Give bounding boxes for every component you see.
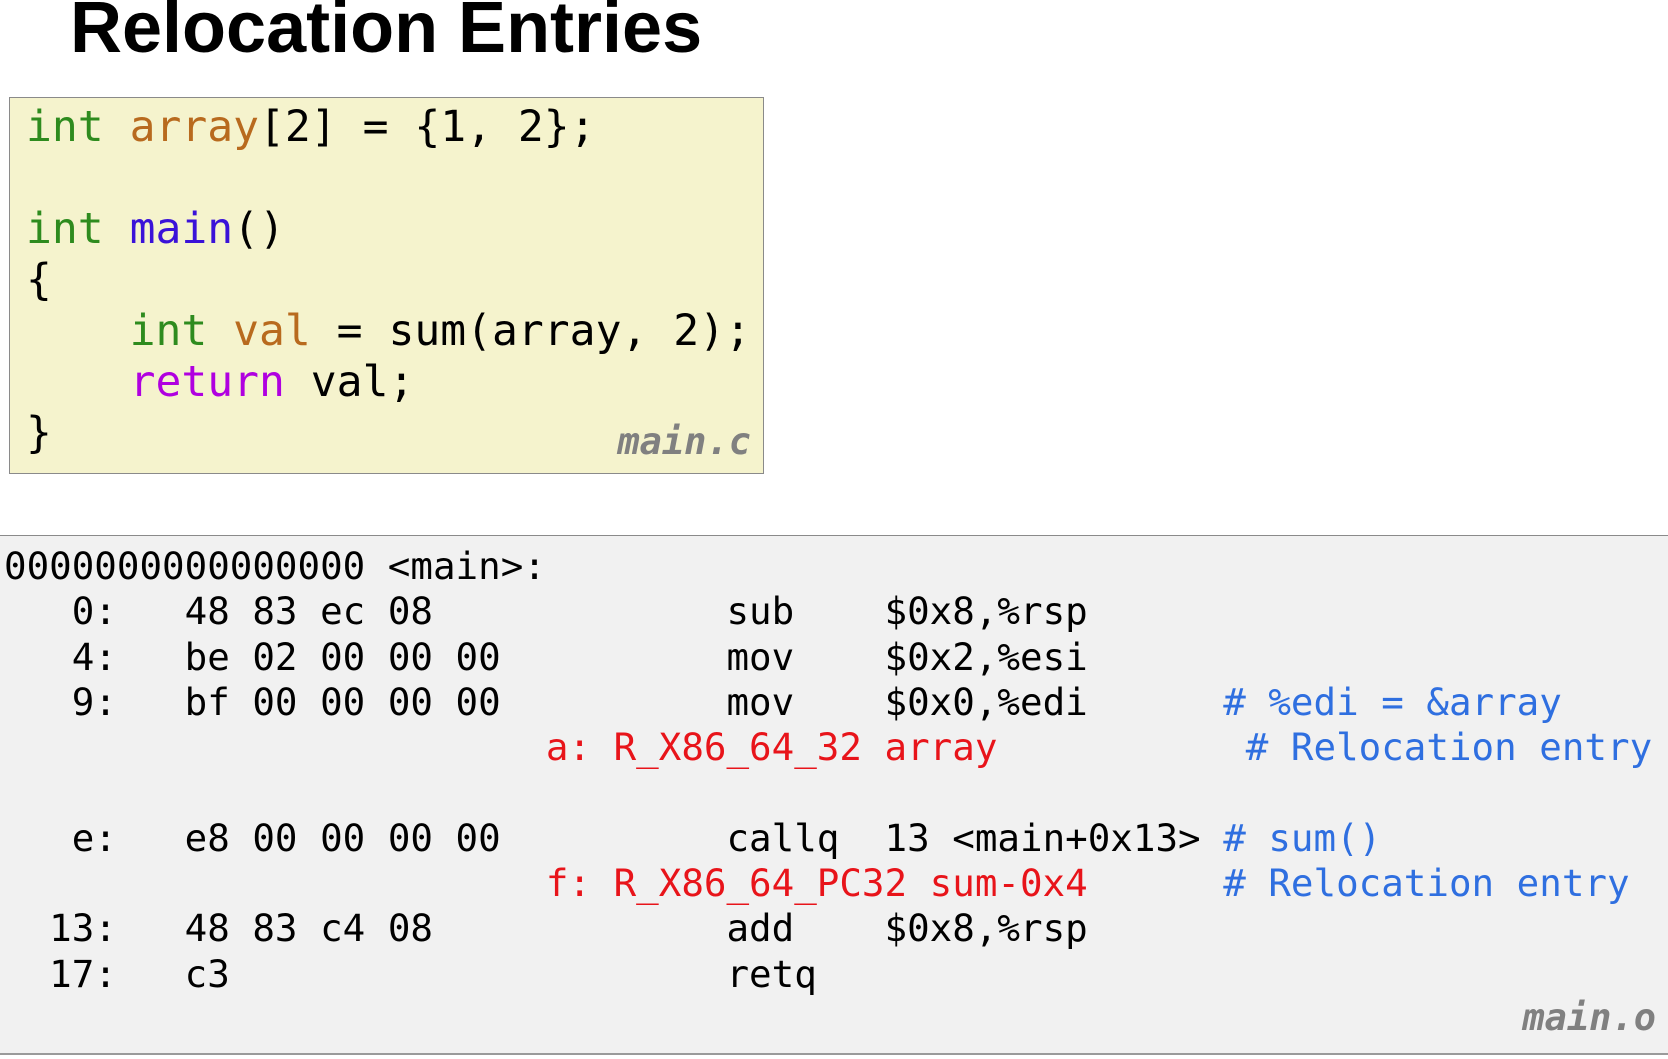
code-comment: # %edi = &array — [1223, 679, 1562, 724]
code-text: = sum(array, 2); — [310, 306, 751, 356]
return-keyword: return — [129, 357, 285, 407]
machine-bytes: be 02 00 00 00 — [184, 634, 727, 679]
relocation-row: f: R_X86_64_PC32 sum-0x4 # Relocation en… — [4, 861, 1630, 905]
code-line-4: { — [26, 255, 52, 305]
disassembly-listing: 0000000000000000 <main>: 0: 48 83 ec 08 … — [4, 544, 1652, 997]
operands: $0x8,%rsp — [884, 589, 1088, 634]
disasm-row: 4: be 02 00 00 00 mov $0x2,%esi — [4, 635, 1088, 679]
disasm-row: 9: bf 00 00 00 00 mov $0x0,%edi # %edi =… — [4, 680, 1562, 724]
disassembly-box: 0000000000000000 <main>: 0: 48 83 ec 08 … — [0, 535, 1668, 1055]
code-comment: # Relocation entry — [1245, 725, 1653, 770]
main-function-name: main — [129, 204, 234, 254]
opcode: mov — [726, 634, 885, 679]
machine-bytes: 48 83 c4 08 — [184, 906, 727, 951]
address: 13: — [4, 906, 185, 951]
disasm-row: 17: c3 retq — [4, 952, 817, 996]
machine-bytes: c3 — [184, 951, 727, 996]
opcode: sub — [726, 589, 885, 634]
source-code-box: int array[2] = {1, 2}; int main() { int … — [9, 97, 764, 474]
machine-bytes: bf 00 00 00 00 — [184, 679, 727, 724]
type-keyword: int — [26, 204, 104, 254]
address: 9: — [4, 679, 185, 724]
opcode: retq — [726, 951, 817, 996]
relocation-row: a: R_X86_64_32 array # Relocation entry — [4, 725, 1652, 769]
operands: 13 <main+0x13> — [884, 815, 1224, 860]
code-line-6: return val; — [26, 357, 415, 407]
opcode: add — [726, 906, 885, 951]
code-text: val; — [284, 357, 415, 407]
address: 4: — [4, 634, 185, 679]
array-identifier: array — [129, 102, 260, 152]
operands: $0x0,%edi — [884, 679, 1224, 724]
code-comment: # Relocation entry — [1223, 861, 1630, 906]
operands: $0x2,%esi — [884, 634, 1088, 679]
address: 17: — [4, 951, 185, 996]
code-line-3: int main() — [26, 204, 285, 254]
type-keyword: int — [129, 306, 208, 356]
code-line-5: int val = sum(array, 2); — [26, 306, 751, 356]
val-identifier: val — [233, 306, 311, 356]
disasm-row: e: e8 00 00 00 00 callq 13 <main+0x13> #… — [4, 815, 1382, 860]
disasm-row: 0: 48 83 ec 08 sub $0x8,%rsp — [4, 589, 1088, 633]
object-filename-label: main.o — [1522, 996, 1656, 1039]
relocation-entry: f: R_X86_64_PC32 sum-0x4 — [545, 861, 1088, 906]
machine-bytes: e8 00 00 00 00 — [184, 815, 727, 860]
opcode: mov — [726, 679, 885, 724]
opcode: callq — [726, 815, 885, 860]
address: e: — [4, 815, 185, 860]
code-line-7: } — [26, 408, 52, 458]
code-line-1: int array[2] = {1, 2}; — [26, 102, 596, 152]
disasm-header: 0000000000000000 <main>: — [4, 544, 546, 588]
type-keyword: int — [26, 102, 104, 152]
code-comment: # sum() — [1223, 815, 1382, 860]
address: 0: — [4, 589, 185, 634]
machine-bytes: 48 83 ec 08 — [184, 589, 727, 634]
relocation-entry: a: R_X86_64_32 array — [545, 725, 1111, 770]
slide-title: Relocation Entries — [70, 0, 703, 68]
source-code: int array[2] = {1, 2}; int main() { int … — [26, 102, 751, 459]
code-text: [2] = {1, 2}; — [259, 102, 596, 152]
operands: $0x8,%rsp — [884, 906, 1088, 951]
code-text: () — [233, 204, 285, 254]
disasm-row: 13: 48 83 c4 08 add $0x8,%rsp — [4, 906, 1088, 950]
source-filename-label: main.c — [617, 420, 751, 463]
